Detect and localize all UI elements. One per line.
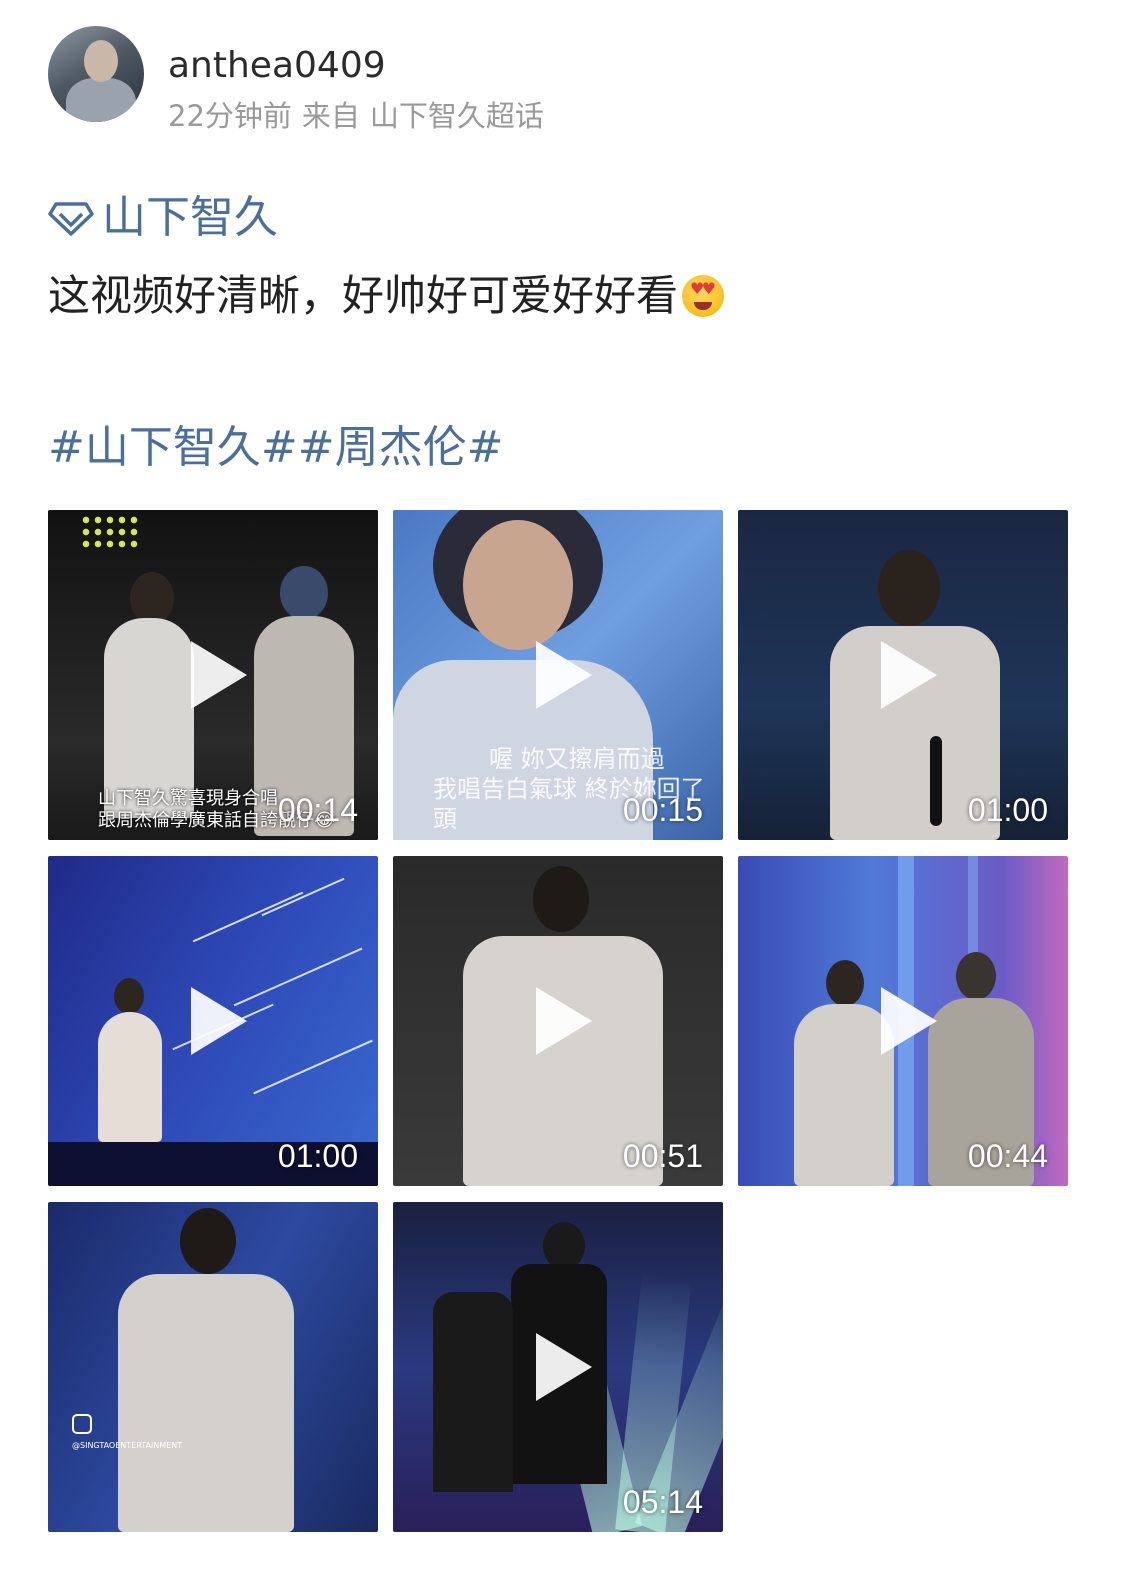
video-duration: 00:51 — [622, 1138, 703, 1174]
play-icon — [536, 641, 592, 709]
instagram-icon — [72, 1414, 92, 1434]
post-source[interactable]: 山下智久超话 — [370, 99, 544, 133]
play-icon — [191, 987, 247, 1055]
decoration-dots — [80, 514, 140, 548]
avatar-face — [84, 40, 118, 82]
user-avatar[interactable] — [48, 26, 144, 122]
video-watermark: @SINGTAOENTERTAINMENT — [72, 1441, 183, 1450]
play-icon — [881, 987, 937, 1055]
play-icon — [536, 1333, 592, 1401]
hashtags[interactable]: #山下智久##周杰伦# — [48, 420, 503, 476]
post-meta: 22分钟前 来自 山下智久超话 — [168, 98, 554, 134]
video-thumbnail[interactable]: 05:14 — [393, 1202, 723, 1532]
play-icon — [191, 641, 247, 709]
source-prefix: 来自 — [301, 99, 360, 133]
diamond-icon — [48, 202, 94, 236]
video-thumbnail[interactable]: 01:00 — [48, 856, 378, 1186]
video-duration: 00:44 — [967, 1138, 1048, 1174]
post-text: 这视频好清晰，好帅好可爱好好看 — [48, 268, 725, 324]
video-thumbnail[interactable]: @SINGTAOENTERTAINMENT — [48, 1202, 378, 1532]
video-thumbnail[interactable]: 01:00 — [738, 510, 1068, 840]
avatar-figure — [66, 78, 136, 122]
video-duration: 01:00 — [277, 1138, 358, 1174]
video-thumbnail[interactable]: 00:51 — [393, 856, 723, 1186]
video-thumbnail[interactable]: 00:44 — [738, 856, 1068, 1186]
video-duration: 00:14 — [277, 792, 358, 828]
username[interactable]: anthea0409 — [168, 44, 386, 88]
post-body: 这视频好清晰，好帅好可爱好好看 — [48, 271, 679, 320]
video-thumbnail[interactable]: 喔 妳又擦肩而過 我唱告白氣球 終於妳回了頭 00:15 — [393, 510, 723, 840]
heart-eyes-emoji-icon — [682, 275, 725, 317]
post-time: 22分钟前 — [168, 99, 292, 133]
supertopic-label: 山下智久 — [102, 192, 278, 243]
supertopic-link[interactable]: 山下智久 — [48, 190, 278, 246]
video-duration: 01:00 — [967, 792, 1048, 828]
subtitle-line-1: 喔 妳又擦肩而過 — [489, 745, 665, 773]
play-icon — [881, 641, 937, 709]
video-duration: 05:14 — [622, 1484, 703, 1520]
video-duration: 00:15 — [622, 792, 703, 828]
video-thumbnail[interactable]: 山下智久驚喜現身合唱 跟周杰倫學廣東話自誇靚仔😂 00:14 — [48, 510, 378, 840]
play-icon — [536, 987, 592, 1055]
